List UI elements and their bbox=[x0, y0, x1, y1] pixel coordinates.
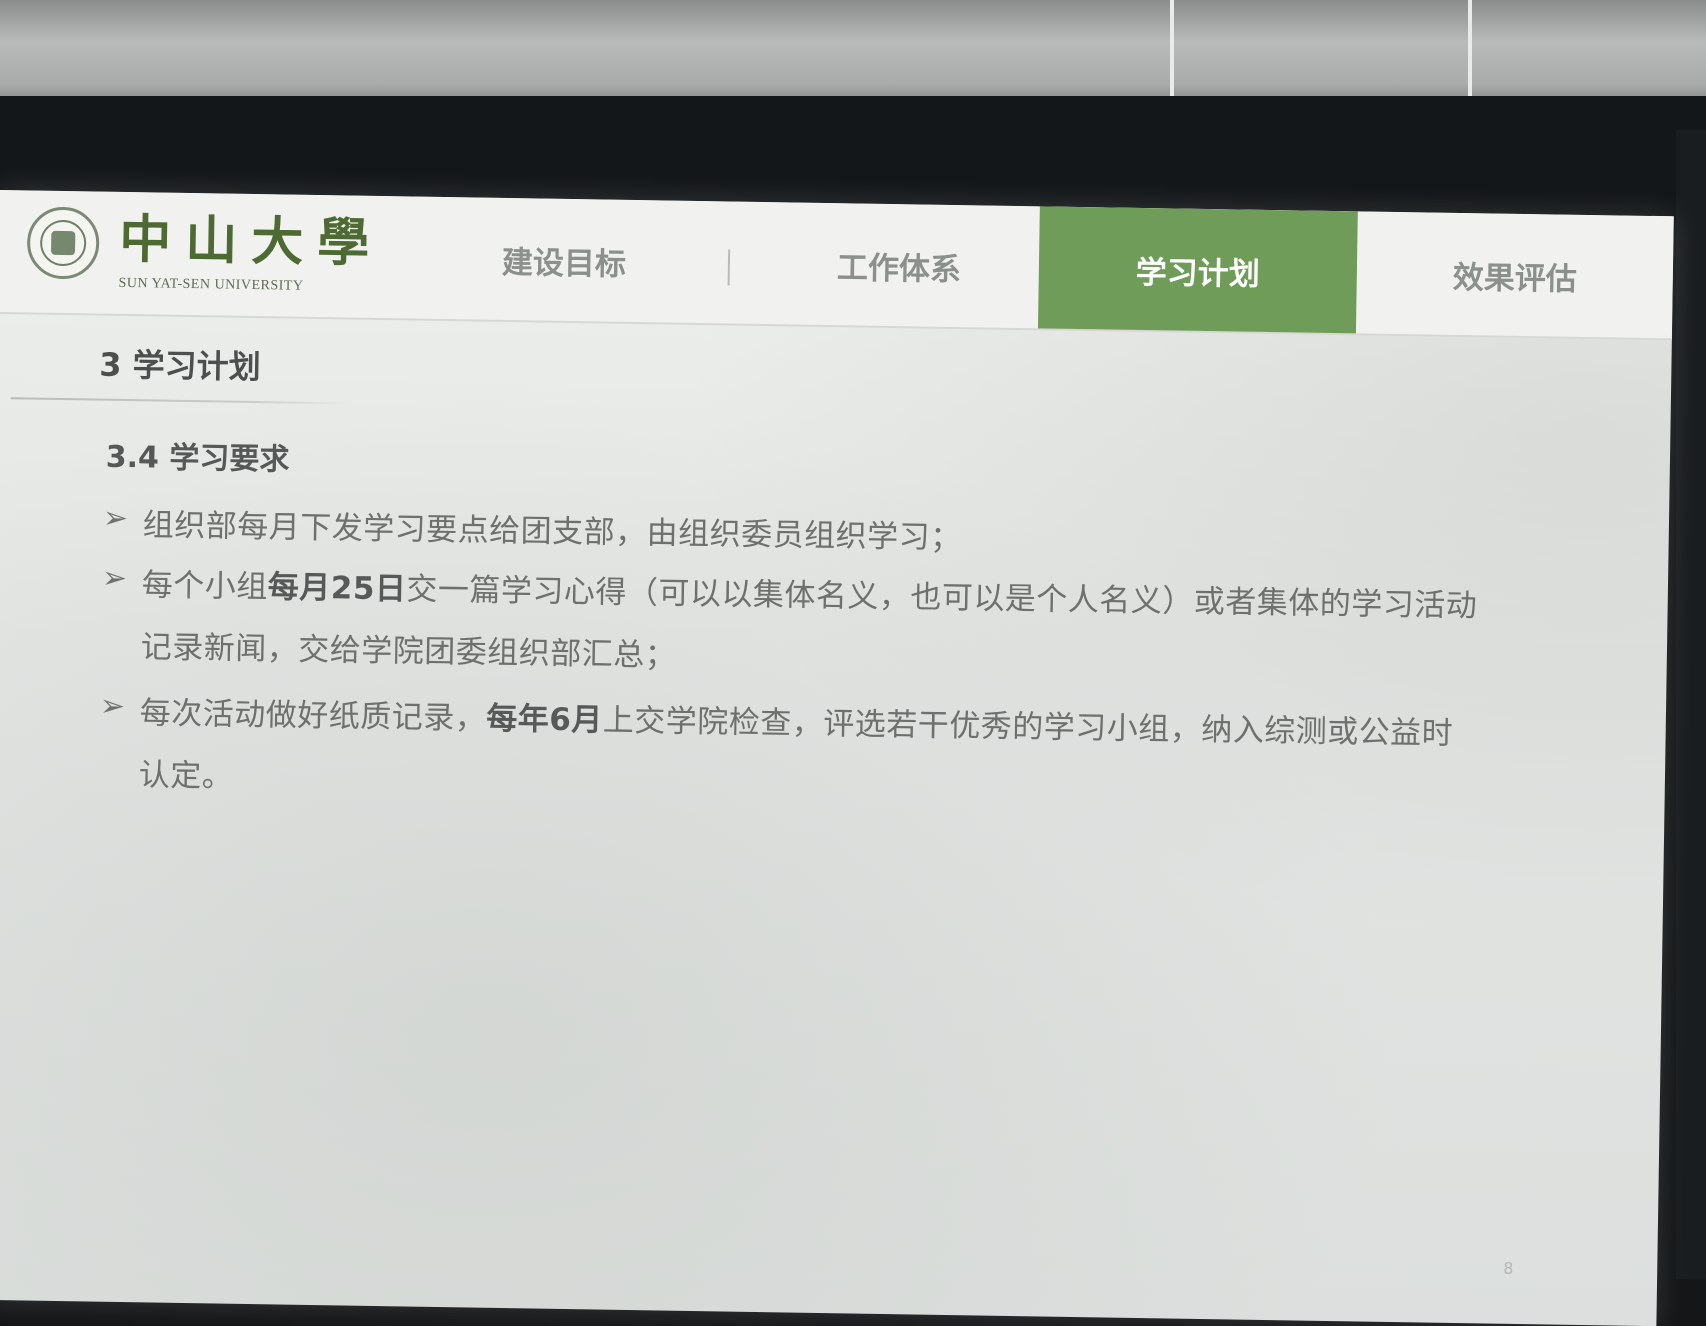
tab-work-system[interactable]: 工作体系 bbox=[758, 202, 1040, 328]
slide-header: 中山大學 SUN YAT-SEN UNIVERSITY 建设目标 工作体系 学习… bbox=[0, 190, 1674, 341]
bullet-arrow-icon: ➢ bbox=[101, 560, 128, 597]
tab-construction-goals[interactable]: 建设目标 bbox=[438, 197, 690, 323]
page-number: 8 bbox=[1503, 1258, 1514, 1278]
university-seal-icon bbox=[26, 206, 100, 280]
section-divider bbox=[10, 397, 351, 405]
bullet-text-bold: 每年6月 bbox=[485, 700, 604, 739]
section-title: 3 学习计划 bbox=[98, 345, 261, 387]
tab-effect-evaluation[interactable]: 效果评估 bbox=[1356, 211, 1674, 338]
bullet-arrow-icon: ➢ bbox=[99, 688, 126, 725]
bullet-arrow-icon: ➢ bbox=[102, 500, 129, 537]
logo-chinese-name: 中山大學 bbox=[118, 208, 384, 275]
bullet-text-part: 每个小组 bbox=[141, 567, 269, 606]
logo-english-name: SUN YAT-SEN UNIVERSITY bbox=[118, 275, 304, 294]
screen-right-border bbox=[1676, 130, 1706, 1279]
projected-slide: 中山大學 SUN YAT-SEN UNIVERSITY 建设目标 工作体系 学习… bbox=[0, 190, 1674, 1326]
nav-divider bbox=[727, 249, 731, 286]
university-logo: 中山大學 SUN YAT-SEN UNIVERSITY bbox=[26, 206, 384, 311]
bullet-text: 每个小组每月25日交一篇学习心得（可以以集体名义，也可以是个人名义）或者集体的学… bbox=[140, 554, 1482, 699]
tab-study-plan[interactable]: 学习计划 bbox=[1037, 206, 1358, 334]
bullet-text: 每次活动做好纸质记录，每年6月上交学院检查，评选若干优秀的学习小组，纳入综测或公… bbox=[138, 682, 1480, 827]
bullet-text-bold: 每月25日 bbox=[267, 569, 407, 608]
bullet-text-part: 组织部每月下发学习要点给团支部，由组织委员组织学习； bbox=[142, 507, 962, 557]
subsection-title: 3.4 学习要求 bbox=[105, 439, 290, 478]
bullet-text-part: 每次活动做好纸质记录， bbox=[139, 695, 487, 737]
bullet-item: ➢ 组织部每月下发学习要点给团支部，由组织委员组织学习； bbox=[103, 494, 1483, 556]
screen-top-border bbox=[0, 96, 1706, 206]
seal-emblem bbox=[50, 230, 76, 256]
